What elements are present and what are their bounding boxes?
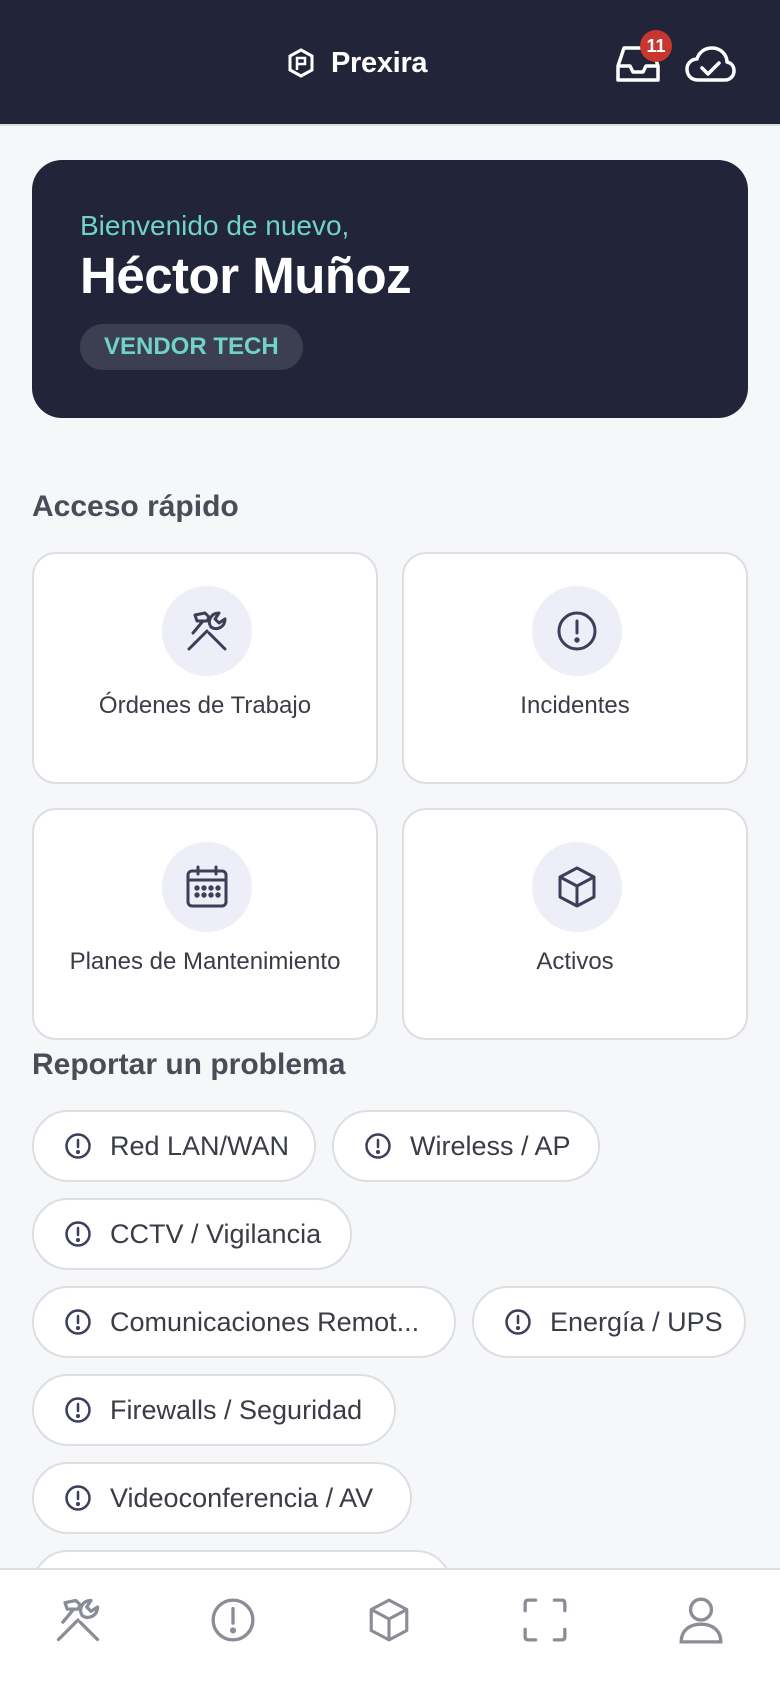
chip-label: Videoconferencia / AV: [110, 1482, 374, 1513]
card-label: Activos: [536, 948, 614, 975]
alert-circle-icon: [505, 1309, 531, 1335]
alert-circle-icon: [65, 1485, 91, 1511]
alert-circle-icon: [65, 1309, 91, 1335]
welcome-greeting: Bienvenido de nuevo,: [80, 210, 350, 241]
quick-access-work-orders[interactable]: Órdenes de Trabajo: [32, 552, 378, 784]
alert-circle-icon: [65, 1221, 91, 1247]
report-chip-wireless[interactable]: Wireless / AP: [332, 1110, 600, 1182]
chip-label: Firewalls / Seguridad: [110, 1394, 363, 1425]
quick-access-title: Acceso rápido: [32, 490, 239, 523]
top-bar: Prexira 11: [0, 0, 780, 126]
card-label: Órdenes de Trabajo: [98, 692, 312, 719]
nav-scan[interactable]: [515, 1590, 575, 1650]
nav-profile[interactable]: [671, 1590, 731, 1650]
report-chip-remote-comms[interactable]: Comunicaciones Remot...: [32, 1286, 456, 1358]
report-chip-energy-ups[interactable]: Energía / UPS: [472, 1286, 746, 1358]
card-label: Planes de Mantenimiento: [69, 948, 341, 975]
quick-access-incidents[interactable]: Incidentes: [402, 552, 748, 784]
prexira-logo-icon: [288, 48, 314, 78]
box-icon: [558, 866, 596, 908]
report-problem-title: Reportar un problema: [32, 1048, 346, 1081]
report-chip-lan-wan[interactable]: Red LAN/WAN: [32, 1110, 316, 1182]
cloud-check-icon: [685, 46, 736, 82]
user-icon: [679, 1597, 723, 1644]
user-name: Héctor Muñoz: [80, 247, 412, 304]
report-chip-firewalls[interactable]: Firewalls / Seguridad: [32, 1374, 396, 1446]
alert-circle-icon: [557, 611, 597, 651]
app-name: Prexira: [331, 46, 428, 79]
quick-access-assets[interactable]: Activos: [402, 808, 748, 1040]
chip-label: CCTV / Vigilancia: [110, 1218, 322, 1249]
bottom-nav: [0, 1568, 780, 1688]
chip-label: Energía / UPS: [550, 1306, 723, 1337]
sync-status-button[interactable]: [684, 44, 736, 84]
card-label: Incidentes: [520, 692, 630, 719]
nav-work-orders[interactable]: [48, 1590, 108, 1650]
brand: Prexira: [287, 40, 428, 86]
calendar-icon: [186, 865, 228, 908]
chip-label: Comunicaciones Remot...: [110, 1306, 420, 1337]
tools-icon: [187, 611, 227, 651]
alert-circle-icon: [211, 1598, 255, 1642]
tools-icon: [56, 1598, 100, 1642]
quick-access-maintenance-plans[interactable]: Planes de Mantenimiento: [32, 808, 378, 1040]
alert-circle-icon: [365, 1133, 391, 1159]
alert-circle-icon: [65, 1397, 91, 1423]
nav-incidents[interactable]: [203, 1590, 263, 1650]
welcome-card: Bienvenido de nuevo, Héctor Muñoz VENDOR…: [32, 160, 748, 418]
chip-label: Red LAN/WAN: [110, 1130, 290, 1161]
notification-badge: 11: [640, 30, 672, 62]
report-chip-videoconference[interactable]: Videoconferencia / AV: [32, 1462, 412, 1534]
scan-icon: [523, 1598, 567, 1642]
nav-assets[interactable]: [359, 1590, 419, 1650]
box-icon: [369, 1598, 409, 1642]
alert-circle-icon: [65, 1133, 91, 1159]
chip-label: Wireless / AP: [410, 1130, 571, 1161]
report-chip-cctv[interactable]: CCTV / Vigilancia: [32, 1198, 352, 1270]
role-badge: VENDOR TECH: [80, 324, 303, 370]
